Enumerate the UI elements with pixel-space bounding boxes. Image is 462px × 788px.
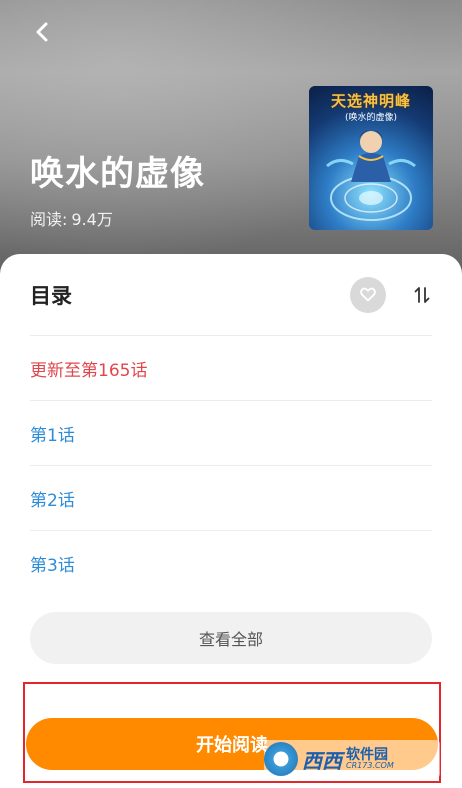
watermark-brand: 西西 <box>302 748 342 773</box>
back-button[interactable] <box>28 18 56 46</box>
chapter-item-2[interactable]: 第2话 <box>30 466 432 531</box>
watermark-site-name: 软件园 <box>346 747 388 763</box>
watermark-domain: CR173.COM <box>346 761 394 770</box>
read-count-label: 阅读: <box>30 210 68 229</box>
watermark-logo-icon <box>264 742 298 776</box>
toc-header: 目录 <box>30 254 432 336</box>
chevron-left-icon <box>36 22 48 42</box>
read-count: 阅读: 9.4万 <box>30 206 113 230</box>
cover-art <box>326 130 416 221</box>
sort-button[interactable] <box>412 283 432 307</box>
book-title: 唤水的虚像 <box>30 154 205 194</box>
view-all-button[interactable]: 查看全部 <box>30 612 432 664</box>
sort-arrows-icon <box>414 286 430 303</box>
favorite-button[interactable] <box>350 276 386 313</box>
chapter-item-1[interactable]: 第1话 <box>30 401 432 466</box>
chapter-item-3[interactable]: 第3话 <box>30 531 432 596</box>
read-count-value: 9.4万 <box>71 210 113 229</box>
book-header: 唤水的虚像 阅读: 9.4万 天选神明峰 (唤水的虚像) <box>0 0 462 290</box>
watermark: 西西 软件园 CR173.COM <box>264 740 440 778</box>
book-cover[interactable]: 天选神明峰 (唤水的虚像) <box>309 86 433 230</box>
heart-icon <box>360 287 376 302</box>
toc-title: 目录 <box>30 283 72 308</box>
chapter-item-latest[interactable]: 更新至第165话 <box>30 336 432 401</box>
watermark-text-group: 软件园 CR173.COM <box>346 748 394 770</box>
